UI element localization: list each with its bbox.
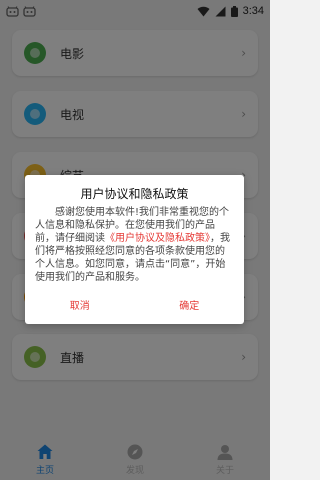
privacy-policy-link[interactable]: 《用户协议及隐私政策》 (105, 233, 210, 244)
dialog-actions: 取消 确定 (25, 297, 244, 312)
cancel-button[interactable]: 取消 (25, 297, 135, 312)
privacy-dialog: 用户协议和隐私政策 感谢您使用本软件!我们非常重视您的个人信息和隐私保护。在您使… (25, 175, 244, 324)
confirm-button[interactable]: 确定 (135, 297, 245, 312)
dialog-body: 感谢您使用本软件!我们非常重视您的个人信息和隐私保护。在您使用我们的产品前，请仔… (35, 206, 234, 284)
dialog-title: 用户协议和隐私政策 (80, 187, 189, 201)
